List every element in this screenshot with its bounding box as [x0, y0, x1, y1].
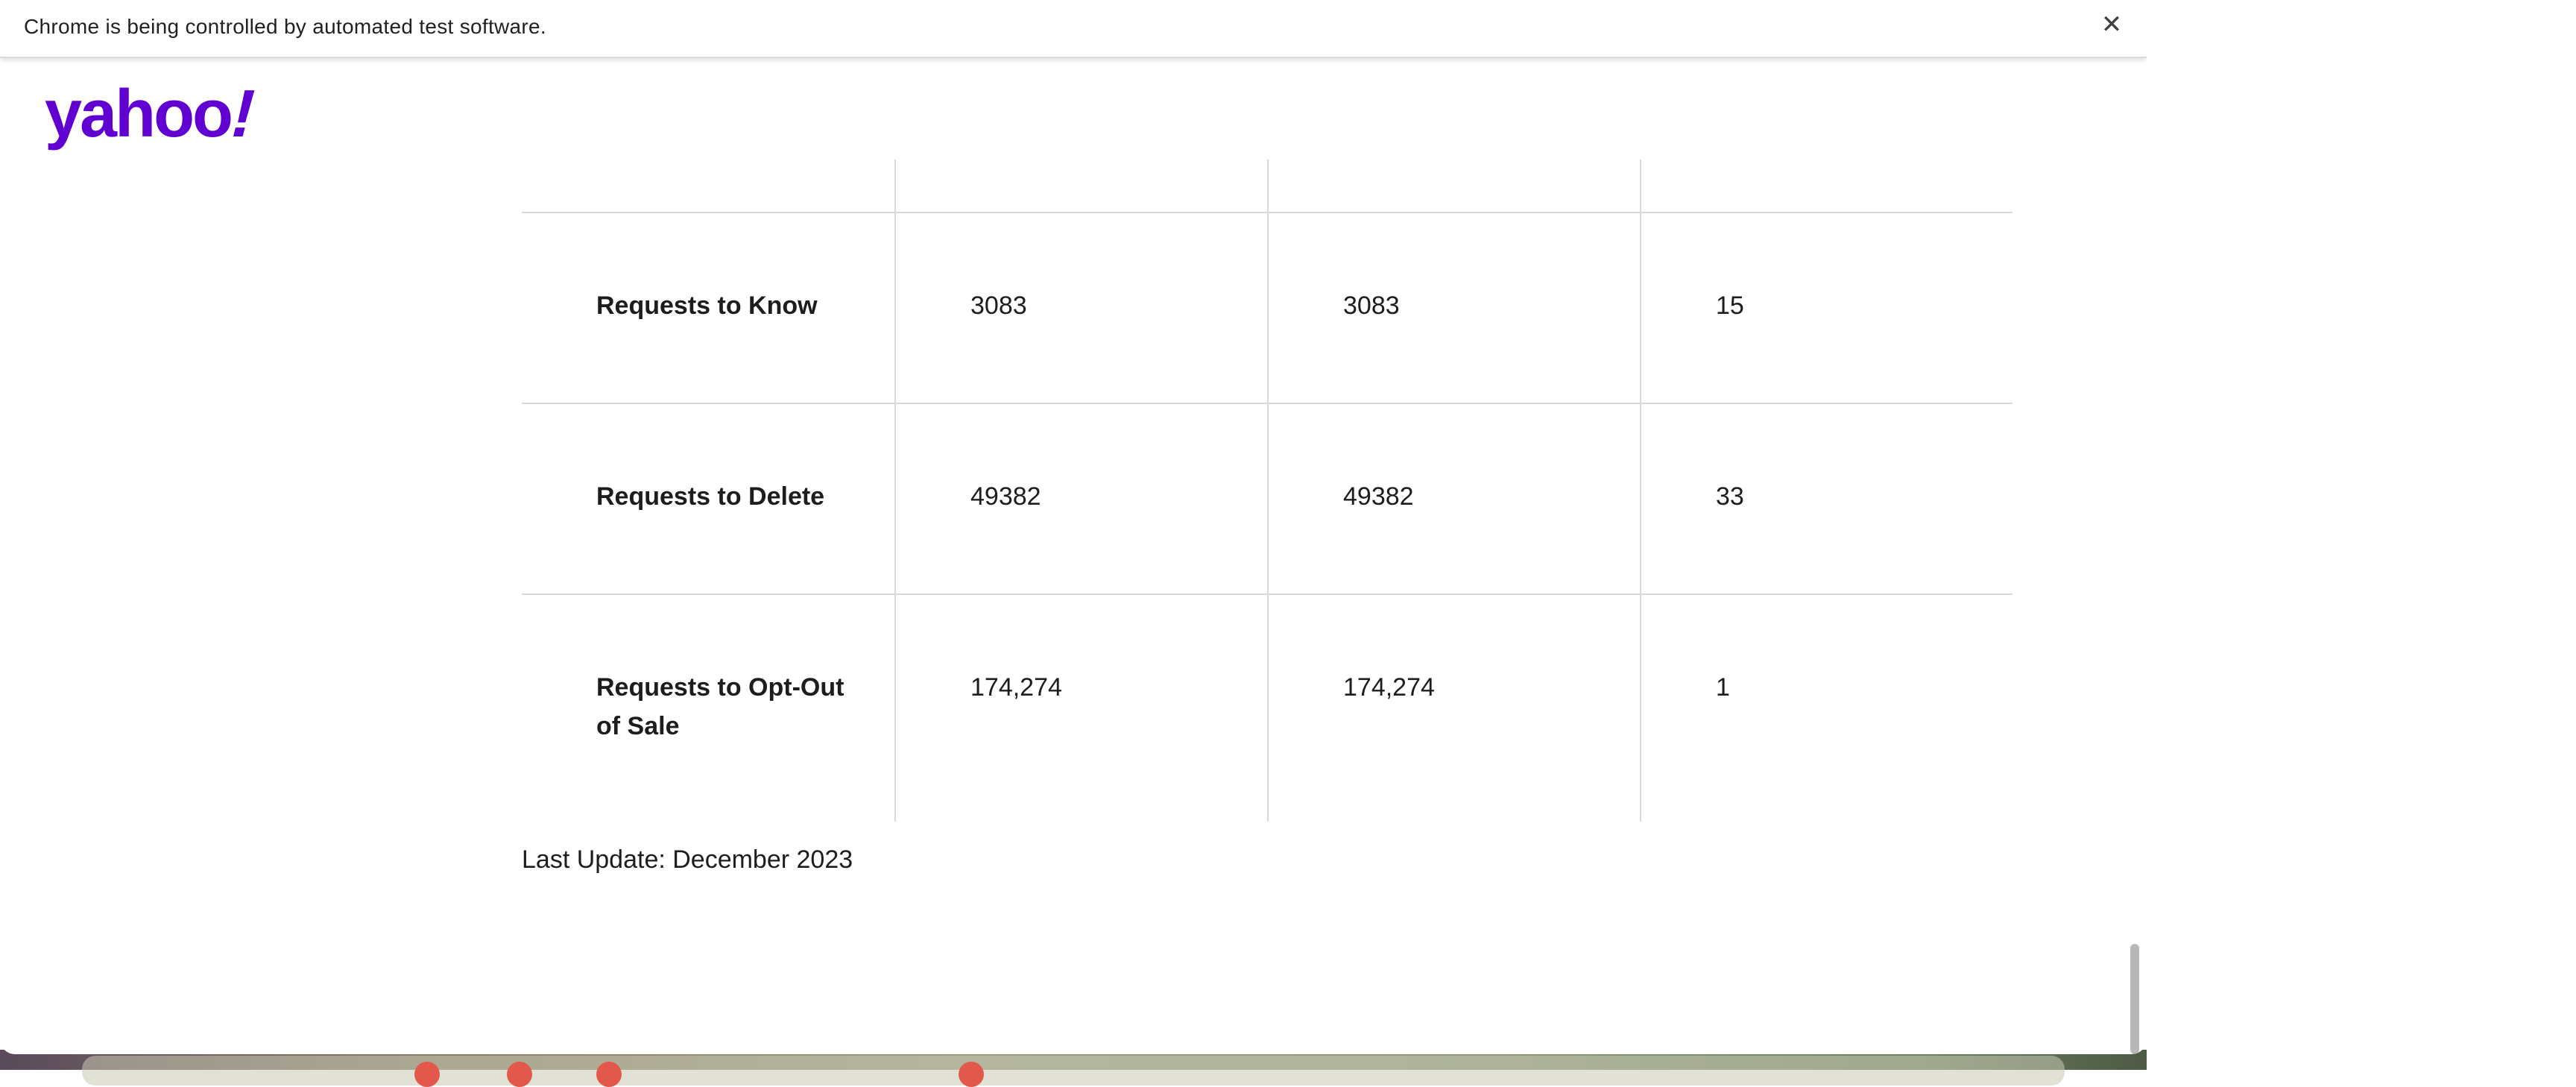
close-icon[interactable]: ✕	[2097, 10, 2126, 39]
table-cell-value: 1	[1640, 595, 2012, 822]
row-label-requests-to-delete: Requests to Delete	[596, 482, 825, 511]
dock-app-icon[interactable]	[596, 1062, 622, 1087]
dock-app-icon[interactable]	[507, 1062, 532, 1087]
dock-app-icon[interactable]	[414, 1062, 440, 1087]
automation-infobar: Chrome is being controlled by automated …	[0, 0, 2147, 58]
dock-app-icon[interactable]	[959, 1062, 984, 1087]
yahoo-logo[interactable]: yahoo!	[45, 77, 262, 151]
scrollbar-thumb[interactable]	[2130, 944, 2139, 1054]
table-cell-value: 49382	[1267, 404, 1640, 593]
table-cell-value: 174,274	[894, 595, 1267, 822]
requests-table: Requests to Know 3083 3083 15 Requests t…	[522, 160, 2012, 822]
table-cell-value: 15	[1640, 213, 2012, 403]
browser-window: Chrome is being controlled by automated …	[0, 0, 2147, 1054]
table-cell-value: 49382	[894, 404, 1267, 593]
table-cell	[1640, 160, 2012, 212]
row-label-requests-to-opt-out: Requests to Opt-Out of Sale	[596, 673, 845, 740]
table-cell-value: 33	[1640, 404, 2012, 593]
table-cell	[1267, 160, 1640, 212]
table-row: Requests to Know 3083 3083 15	[522, 212, 2012, 403]
logo-text: yahoo	[45, 77, 233, 151]
table-cell-value: 3083	[894, 213, 1267, 403]
table-cell	[894, 160, 1267, 212]
table-cell-value: 3083	[1267, 213, 1640, 403]
table-cell	[522, 160, 894, 212]
table-row-top-continuation	[522, 160, 2012, 212]
row-label-requests-to-know: Requests to Know	[596, 292, 818, 320]
table-row: Requests to Delete 49382 49382 33	[522, 403, 2012, 593]
table-row: Requests to Opt-Out of Sale 174,274 174,…	[522, 593, 2012, 822]
last-update-text: Last Update: December 2023	[522, 845, 853, 874]
table-cell-value: 174,274	[1267, 595, 1640, 822]
infobar-message: Chrome is being controlled by automated …	[24, 15, 546, 38]
dock	[82, 1056, 2065, 1086]
